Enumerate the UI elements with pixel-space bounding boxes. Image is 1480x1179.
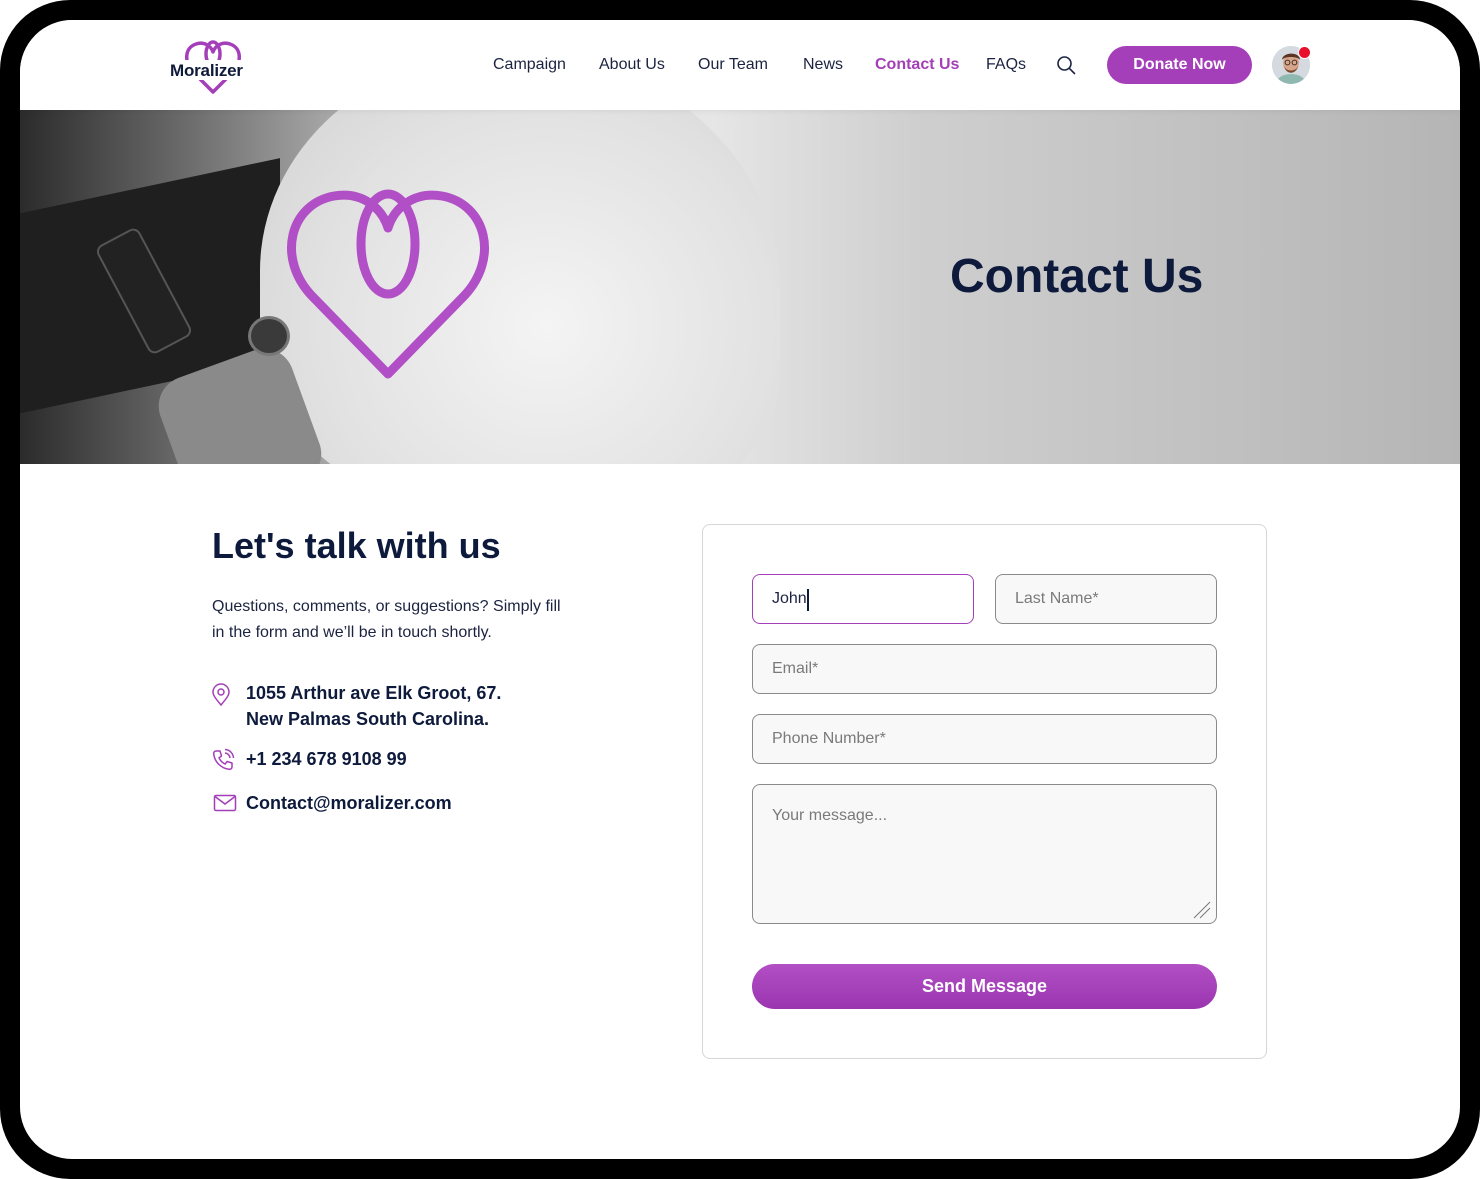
address-line-1: 1055 Arthur ave Elk Groot, 67. [246,683,502,703]
heart-outline-icon [287,189,489,379]
site-header: Moralizer Campaign About Us Our Team New… [20,20,1460,110]
notification-dot [1298,46,1311,59]
brand-logo[interactable]: Moralizer [168,36,258,96]
message-textarea[interactable] [752,784,1217,924]
phone-number[interactable]: +1 234 678 9108 99 [246,746,407,772]
nav-item-faqs[interactable]: FAQs [986,53,1026,77]
phone-icon [212,748,235,771]
location-pin-icon [212,683,230,707]
nav-item-campaign[interactable]: Campaign [493,53,566,77]
send-message-button[interactable]: Send Message [752,964,1217,1009]
search-icon [1057,56,1076,75]
donate-now-button[interactable]: Donate Now [1107,46,1252,84]
phone-number-input[interactable] [752,714,1217,764]
contact-section-title: Let's talk with us [212,525,501,566]
email-address[interactable]: Contact@moralizer.com [246,790,452,816]
hero-title: Contact Us [950,250,1204,303]
brand-name: Moralizer [170,61,243,80]
nav-item-contact-us[interactable]: Contact Us [875,53,959,77]
first-name-input[interactable] [752,574,974,624]
text-caret [807,589,809,611]
browser-viewport: Moralizer Campaign About Us Our Team New… [20,20,1460,1159]
hero-banner: Contact Us [20,110,1460,464]
address-line-2: New Palmas South Carolina. [246,709,490,729]
nav-item-news[interactable]: News [803,53,843,77]
last-name-input[interactable] [995,574,1217,624]
nav-item-our-team[interactable]: Our Team [698,53,768,77]
contact-description: Questions, comments, or suggestions? Sim… [212,598,561,641]
email-input[interactable] [752,644,1217,694]
search-button[interactable] [1055,54,1077,76]
nav-item-about-us[interactable]: About Us [599,53,665,77]
mail-icon [213,794,237,812]
resize-handle-icon[interactable] [1190,898,1212,920]
